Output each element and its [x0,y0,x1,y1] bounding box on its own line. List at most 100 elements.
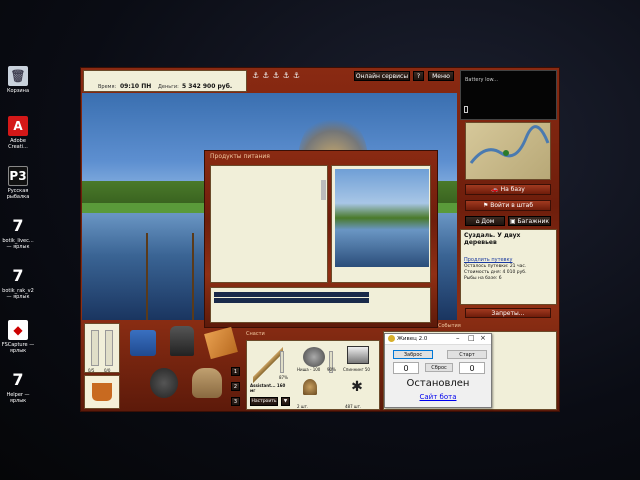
hook-icon[interactable]: ⚓ [252,71,262,80]
food-window: Продукты питания [204,150,438,328]
time-value: 09:10 ПН [120,83,152,90]
map-thumbnail[interactable] [465,122,551,180]
maximize-icon[interactable]: □ [468,334,475,342]
botik-icon: 7 [12,216,24,235]
to-base-button[interactable]: 🚗 На базу [465,184,551,195]
recycle-bin-icon: 🗑 [8,66,28,86]
count-right: 0 [459,362,485,374]
close-icon[interactable]: × [480,334,486,342]
rod-wear-bar [280,351,284,373]
fishing-rod[interactable] [192,233,194,320]
home-button[interactable]: ⌂ Дом [465,216,505,226]
battery-icon [464,106,468,113]
hook-icon[interactable]: ⚓ [262,71,272,80]
helper-icon: 7 [12,370,24,389]
food-preview [331,165,431,283]
fishing-rod[interactable] [146,233,148,320]
hunger-gauge [91,330,99,366]
desktop-icon-fscapture[interactable]: ◆ FSCapture — ярлык [0,320,36,354]
menu-button[interactable]: Меню [428,71,454,81]
trip-cost: Стоимость дня: 4 010 руб. [464,270,527,275]
count-left: 0 [393,362,419,374]
status-bar: Время: 09:10 ПН Деньги: 5 342 900 руб. [83,70,247,92]
float-icon[interactable] [303,379,317,395]
slot-3-button[interactable]: 3 [231,397,240,406]
bot-status: Остановлен [406,378,470,389]
car-icon: 🚗 [491,186,501,193]
to-hq-button[interactable]: ⚑ Войти в штаб [465,200,551,211]
hook-icon[interactable]: ⚓ [283,71,293,80]
bait-count: 2 шт. [297,404,309,409]
slot-1-button[interactable]: 1 [231,367,240,376]
hook-icon[interactable]: ⚓ [293,71,303,80]
desktop-icon-helper[interactable]: 7 Helper — ярлык [0,370,36,405]
gauge2-value: 0/0 [104,368,111,373]
money-value: 5 342 900 руб. [182,83,233,90]
bot-title: Живец 2.0 [397,336,428,342]
chevron-down-icon: ▼ [283,399,288,404]
desktop-icon-label: Helper — ярлык [6,392,30,404]
rr3-icon: P3 [8,166,28,186]
desktop-icon-label: botik_livec... — ярлык [2,238,34,250]
reel-label: Ниша - 100 [297,367,321,372]
bans-button[interactable]: Запреты... [465,308,551,318]
start-button[interactable]: Старт [447,350,487,359]
battery-panel: Battery low... [460,70,557,120]
cast-button[interactable]: Заброс [393,350,433,359]
desktop-icon-label: Русская рыбалка [6,188,30,200]
slot-2-button[interactable]: 2 [231,382,240,391]
line-spool-icon[interactable] [347,346,369,364]
hook-icon[interactable]: ⚓ [272,71,282,80]
reel-icon[interactable] [303,347,325,367]
rod-percent: 87% [279,375,288,380]
sack-icon[interactable] [192,368,222,398]
location-title: Суздаль. У двух деревьев [464,232,521,246]
desktop-icon-label: Корзина [6,88,30,94]
gauges-panel: 0/5 0/0 [84,323,120,373]
events-title: События [438,323,461,329]
fish-in-net: Рыбы на базе: 6 [464,276,502,281]
progress-bar [214,292,369,297]
desktop-icon-russian-fishing[interactable]: P3 Русская рыбалка [0,166,36,200]
bot-site-link[interactable]: Сайт бота [385,393,491,401]
progress-bar [214,298,369,303]
desktop-icon-label: FSCapture — ярлык [1,342,35,354]
luggage-button[interactable]: ▣ Багажник [508,216,551,226]
food-list[interactable] [210,165,328,283]
reel-percent: 90% [327,367,336,372]
trip-left: Осталось путевки: 21 час. [464,264,527,269]
money-label: Деньги: [158,84,179,90]
bot-body: Заброс Старт 0 Сброс 0 Остановлен Сайт б… [385,345,491,407]
help-button[interactable]: ? [413,71,424,81]
clear-button[interactable]: Сброс [425,363,453,372]
tackle-box-icon[interactable] [130,330,156,356]
bug-bait-icon[interactable]: ✱ [349,379,365,395]
extend-trip-link[interactable]: Продлить путевку [464,257,513,263]
setup-button[interactable]: Настроить [250,397,278,406]
app-icon [388,335,395,342]
kettle-icon[interactable] [150,368,178,398]
rod-name: Assistant... 160 мг [250,383,286,393]
location-panel: Суздаль. У двух деревьев Продлить путевк… [460,229,557,305]
luggage-icon: ▣ [509,218,518,225]
time-label: Время: [98,84,117,90]
dropdown-button[interactable]: ▼ [281,397,290,406]
minimize-icon[interactable]: – [456,334,460,342]
desktop-icon-label: botik_rak_v2 — ярлык [2,288,34,300]
bucket-slot[interactable] [84,375,120,409]
online-services-button[interactable]: Онлайн сервисы [354,71,410,81]
desktop-icon-adobe[interactable]: A Adobe Creati... [0,116,36,150]
bait-count2: 487 шт. [345,404,362,409]
gauge1-value: 0/5 [88,368,95,373]
tackle-title: Снасти [246,331,265,337]
tackle-panel: 87% Assistant... 160 мг Ниша - 100 90% С… [246,340,380,410]
desktop-icon-recycle-bin[interactable]: 🗑 Корзина [0,66,36,94]
desktop-icon-botik-livec[interactable]: 7 botik_livec... — ярлык [0,216,36,251]
backpack-icon[interactable] [170,326,194,356]
scrollbar[interactable] [321,180,326,200]
line-label: Спиннинг 50 [343,367,370,372]
adobe-cc-icon: A [8,116,28,136]
fatigue-gauge [105,330,113,366]
food-window-title: Продукты питания [210,153,270,160]
desktop-icon-botik-rak[interactable]: 7 botik_rak_v2 — ярлык [0,266,36,301]
